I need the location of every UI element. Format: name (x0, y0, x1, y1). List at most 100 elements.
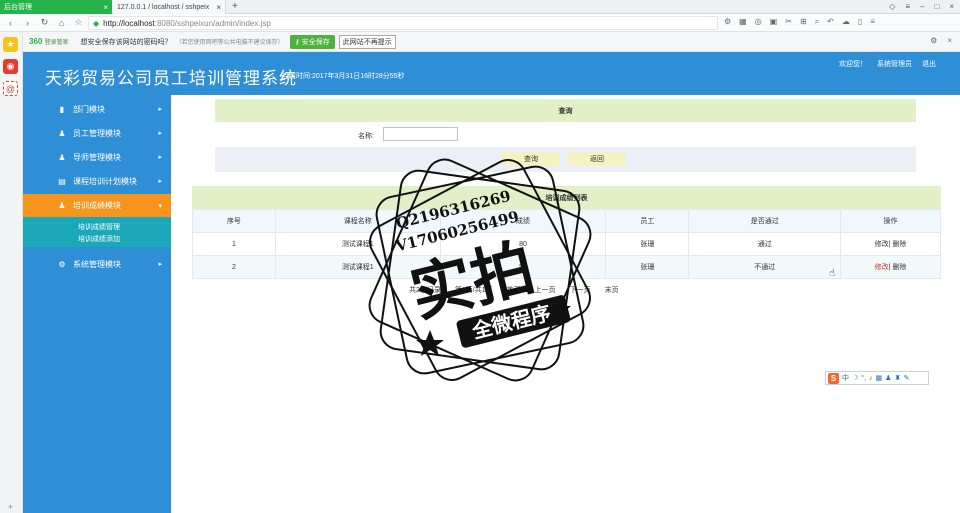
phone-icon[interactable]: ▯ (858, 17, 862, 27)
cell-actions: 修改| 删除 (840, 255, 941, 279)
pwbar-controls: ⚙ × (930, 36, 952, 45)
close-icon[interactable]: × (947, 36, 952, 45)
sidebar-item-label: 导师管理模块 (73, 152, 121, 162)
submenu-score-manage[interactable]: 培训成绩管理 (78, 222, 120, 232)
star-icon[interactable]: ☆ (72, 17, 85, 28)
delete-link[interactable]: 删除 (892, 241, 906, 248)
add-icon[interactable]: + (3, 499, 18, 513)
chevron-right-icon: ▸ (158, 178, 162, 185)
wrench-icon: ✎ (903, 375, 910, 382)
cell-course: 测试课程1 (274, 255, 441, 279)
search-button[interactable]: 查询 (502, 152, 560, 166)
forward-icon[interactable]: › (21, 18, 34, 28)
close-icon[interactable]: × (216, 3, 221, 12)
cloud-icon[interactable]: ☁ (842, 17, 850, 27)
apps-icon[interactable]: ⊞ (800, 17, 807, 27)
cell-course: 测试课程1 (274, 232, 441, 256)
cell-employee: 张珊 (605, 255, 690, 279)
close-window-icon[interactable]: × (949, 2, 954, 11)
chevron-right-icon: ▸ (158, 106, 162, 113)
col-header-passed: 是否通过 (688, 209, 842, 233)
cell-employee: 张珊 (605, 232, 690, 256)
sidebar-item-employee[interactable]: ♟ 员工管理模块 ▸ (23, 123, 171, 143)
translate-icon[interactable]: ▣ (770, 17, 778, 27)
delete-link[interactable]: 删除 (892, 264, 906, 271)
key-icon: ⚷ (294, 38, 300, 46)
submenu-score-add[interactable]: 培训成绩添加 (78, 234, 120, 244)
home-icon[interactable]: ⌂ (55, 18, 68, 28)
extension-icon[interactable]: ⚙ (724, 17, 731, 27)
menu-icon[interactable]: ≡ (870, 17, 875, 27)
col-header-no: 序号 (192, 209, 276, 233)
undo-icon[interactable]: ↶ (827, 17, 834, 27)
logout-link[interactable]: 退出 (922, 59, 936, 69)
user-links: 欢迎您！ 系统管理员 退出 (839, 59, 936, 69)
chevron-right-icon: ▸ (158, 130, 162, 137)
sidebar-item-scores[interactable]: ♟ 培训成绩模块 ▾ (23, 194, 171, 217)
mail-icon[interactable]: @ (3, 81, 18, 96)
window-controls: ◇ ≡ – □ × (889, 2, 954, 11)
col-header-course: 课程名称 (274, 209, 441, 233)
name-search-input[interactable] (383, 127, 458, 141)
brand-number: 360 (29, 37, 43, 46)
first-page-link[interactable]: 首页 (507, 285, 521, 299)
back-icon[interactable]: ‹ (4, 18, 17, 28)
close-icon[interactable]: × (103, 3, 108, 12)
minimize-icon[interactable]: – (920, 2, 924, 11)
address-bar: ‹ › ↻ ⌂ ☆ ◆ http://localhost:8080/sshpei… (0, 14, 960, 32)
cell-actions: 修改| 删除 (840, 232, 941, 256)
prev-page-link[interactable]: 上一页 (535, 285, 556, 299)
keyboard-icon: ▦ (875, 375, 883, 382)
cell-no: 2 (192, 255, 276, 279)
users-icon: ♟ (58, 201, 66, 210)
cell-no: 1 (192, 232, 276, 256)
cell-score: 50 (439, 255, 607, 279)
no-ask-button[interactable]: 此网站不再提示 (338, 34, 396, 49)
secure-shield-icon: ◆ (93, 18, 100, 28)
next-page-link[interactable]: 下一页 (570, 285, 591, 299)
menu-icon[interactable]: ≡ (905, 2, 910, 11)
ime-toolbar[interactable]: S 中 ☽ °, ♪ ▦ ♟ ♜ ✎ (825, 371, 929, 385)
maximize-icon[interactable]: □ (934, 2, 939, 11)
col-header-actions: 操作 (840, 209, 941, 233)
sidebar-item-course-plan[interactable]: ▤ 课程培训计划模块 ▸ (23, 171, 171, 191)
edit-link[interactable]: 修改 (875, 241, 889, 248)
new-tab-icon[interactable]: + (232, 1, 238, 12)
pagination: 共2条记录 第1页/共1页 首页 上一页 下一页 末页 (409, 285, 619, 299)
weibo-icon[interactable]: ◉ (3, 59, 18, 74)
gear-icon[interactable]: ⚙ (930, 36, 937, 45)
edit-link[interactable]: 修改 (875, 264, 889, 271)
table-row: 1 测试课程1 80 张珊 通过 修改| 删除 (192, 232, 941, 256)
search-icon[interactable]: ⌕ (815, 17, 819, 27)
favorites-star-icon[interactable]: ★ (3, 37, 18, 52)
mouse-cursor-icon: ☝ (829, 268, 836, 279)
grid-icon[interactable]: ▦ (739, 17, 747, 27)
sidebar-item-mentor[interactable]: ♟ 导师管理模块 ▸ (23, 147, 171, 167)
tab-admin[interactable]: 后台管理 × (0, 0, 112, 14)
browser-sidebar: ★ ◉ @ + (0, 32, 23, 513)
table-header-row: 序号 课程名称 成绩 员工 是否通过 操作 (192, 209, 941, 233)
url-input[interactable]: ◆ http://localhost:8080/sshpeixun/admin/… (88, 16, 718, 30)
user-name: 系统管理员 (877, 61, 912, 68)
gear-icon: ⚙ (58, 259, 66, 269)
cut-icon[interactable]: ✂ (785, 17, 792, 27)
sidebar-item-system[interactable]: ⚙ 系统管理模块 ▸ (23, 254, 171, 274)
shield-icon[interactable]: ◎ (755, 17, 762, 27)
last-page-link[interactable]: 末页 (605, 285, 619, 299)
calendar-icon: ▤ (58, 176, 66, 186)
users-icon: ♟ (58, 128, 66, 138)
sogou-icon: S (828, 372, 839, 384)
safe-save-button[interactable]: ⚷ 安全保存 (289, 34, 335, 49)
brand-logo: 360 登录管家 (29, 37, 69, 46)
back-button[interactable]: 返回 (568, 152, 626, 166)
shield-icon[interactable]: ◇ (889, 2, 895, 11)
chevron-right-icon: ▸ (158, 261, 162, 268)
url-host: http://localhost (103, 18, 155, 28)
sidebar-item-department[interactable]: ▮ 部门模块 ▸ (23, 99, 171, 119)
current-time: 当前时间:2017年3月31日16时28分55秒 (282, 73, 405, 80)
browser-tabbar: 后台管理 × 127.0.0.1 / localhost / sshpeix ×… (0, 0, 960, 14)
password-note: （若您使用网吧等公共电脑不建议保存） (175, 40, 284, 46)
name-label: 名称: (358, 133, 374, 140)
tab-phpmyadmin[interactable]: 127.0.0.1 / localhost / sshpeix × (113, 0, 226, 14)
reload-icon[interactable]: ↻ (38, 17, 51, 28)
